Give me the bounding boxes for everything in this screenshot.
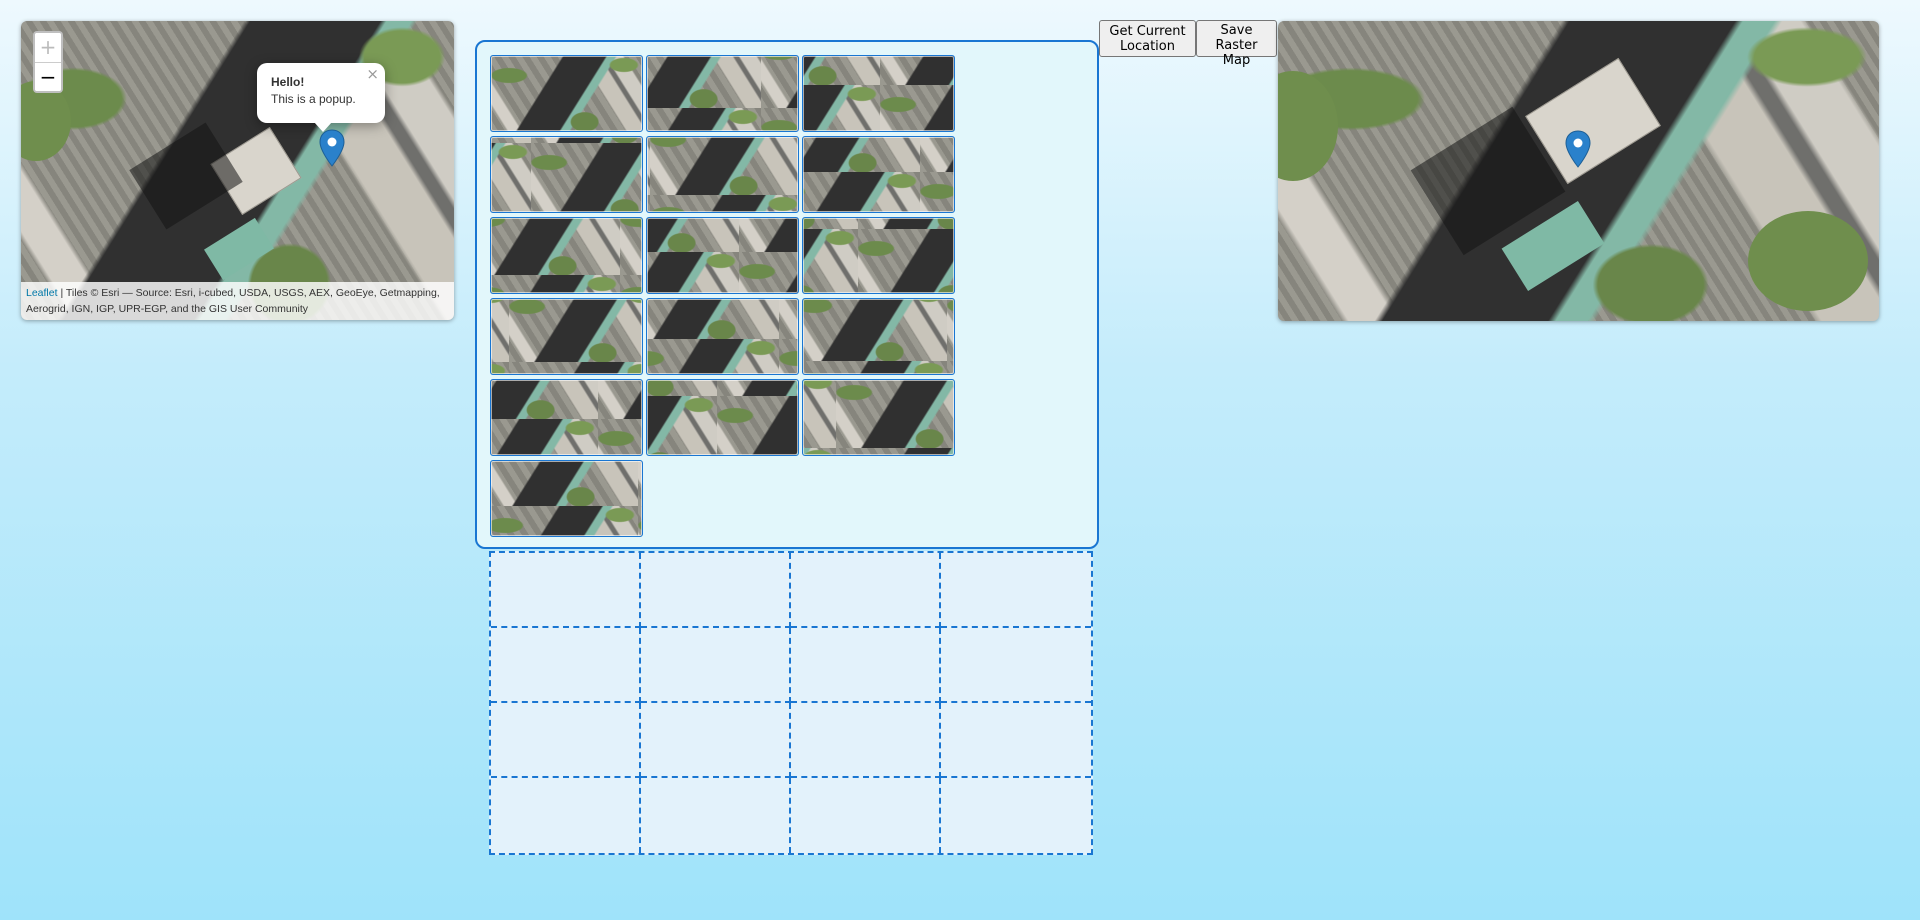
map-shadow [129,122,243,230]
leaflet-map[interactable]: + − × Hello! This is a popup. Leaflet | … [21,21,454,320]
map-popup: × Hello! This is a popup. [257,63,385,132]
puzzle-piece[interactable] [646,379,799,456]
drop-cell[interactable] [941,703,1091,778]
zoom-out-button[interactable]: − [35,62,61,91]
raster-map[interactable] [1278,21,1879,321]
drop-cell[interactable] [941,778,1091,853]
zoom-in-button[interactable]: + [35,33,61,62]
map-marker-icon[interactable] [319,129,345,167]
puzzle-piece[interactable] [490,55,643,132]
drop-cell[interactable] [641,703,791,778]
puzzle-piece[interactable] [802,136,955,213]
get-current-location-button[interactable]: Get Current Location [1099,20,1196,57]
puzzle-piece[interactable] [490,217,643,294]
puzzle-piece[interactable] [802,379,955,456]
drop-cell[interactable] [941,553,1091,628]
leaflet-link[interactable]: Leaflet [26,287,58,299]
puzzle-drop-grid [489,551,1093,855]
drop-cell[interactable] [491,778,641,853]
puzzle-piece[interactable] [490,136,643,213]
puzzle-piece[interactable] [802,217,955,294]
drop-cell[interactable] [641,553,791,628]
map-marker-icon[interactable] [1565,130,1591,168]
drop-cell[interactable] [641,778,791,853]
map-lawn [21,81,71,161]
puzzle-piece[interactable] [490,298,643,375]
map-roof [204,217,274,281]
popup-close-button[interactable]: × [366,65,379,83]
map-lawn [1748,211,1868,311]
save-raster-map-button[interactable]: Save Raster Map [1196,20,1277,68]
drop-cell[interactable] [791,778,941,853]
zoom-control: + − [33,31,63,93]
drop-cell[interactable] [791,703,941,778]
puzzle-piece[interactable] [490,379,643,456]
puzzle-piece[interactable] [646,136,799,213]
puzzle-pieces-panel [475,40,1099,549]
popup-title: Hello! [271,75,305,89]
puzzle-piece[interactable] [646,217,799,294]
attribution-text: | Tiles © Esri — Source: Esri, i-cubed, … [26,287,440,315]
popup-text: This is a popup. [271,92,356,106]
drop-cell[interactable] [491,553,641,628]
drop-cell[interactable] [491,628,641,703]
drop-cell[interactable] [941,628,1091,703]
puzzle-piece[interactable] [802,55,955,132]
drop-cell[interactable] [491,703,641,778]
puzzle-piece[interactable] [646,298,799,375]
drop-cell[interactable] [791,553,941,628]
puzzle-piece[interactable] [490,460,643,537]
drop-cell[interactable] [641,628,791,703]
map-attribution: Leaflet | Tiles © Esri — Source: Esri, i… [21,282,454,320]
map-lawn [1278,71,1338,181]
puzzle-piece[interactable] [646,55,799,132]
drop-cell[interactable] [791,628,941,703]
puzzle-piece[interactable] [802,298,955,375]
